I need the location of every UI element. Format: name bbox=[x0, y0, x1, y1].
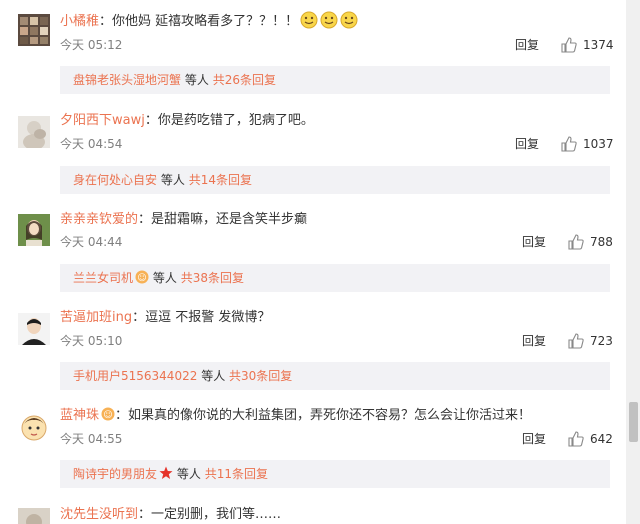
comment-text: ：你他妈 延禧攻略看多了？？！！ bbox=[99, 14, 299, 29]
sub-reply-user[interactable]: 陶诗宇的男朋友 bbox=[73, 467, 157, 481]
comment-time: 今天 05:10 bbox=[60, 334, 123, 348]
sub-replies-box[interactable]: 盘锦老张头湿地河蟹 等人 共26条回复 bbox=[60, 66, 610, 94]
avatar[interactable] bbox=[18, 313, 50, 345]
thumbs-up-icon bbox=[568, 333, 584, 349]
comment-item: 小橘稚：你他妈 延禧攻略看多了？？！！ 今天 05:12 回复 1374 盘锦老… bbox=[0, 0, 626, 96]
thumbs-up-icon bbox=[561, 136, 577, 152]
comment-text: ：是甜霜嘛，还是含笑半步癫 bbox=[138, 212, 308, 227]
sub-replies-box[interactable]: 身在何处心自安 等人 共14条回复 bbox=[60, 166, 610, 194]
reply-button[interactable]: 回复 bbox=[515, 37, 539, 53]
sub-replies-box[interactable]: 兰兰女司机 ☺ 等人 共38条回复 bbox=[60, 264, 610, 292]
like-button[interactable]: 723 bbox=[568, 333, 622, 349]
avatar[interactable] bbox=[18, 411, 50, 443]
vip-badge-icon: ☺ bbox=[101, 407, 115, 427]
sub-reply-user[interactable]: 盘锦老张头湿地河蟹 bbox=[73, 73, 181, 87]
username[interactable]: 沈先生没听到 bbox=[60, 507, 138, 522]
vip-badge-icon: ☺ bbox=[135, 270, 149, 288]
comment-text: ：如果真的像你说的大利益集团，弄死你还不容易？怎么会让你活过来！ bbox=[115, 408, 532, 423]
like-count: 1374 bbox=[583, 38, 614, 52]
comment-text: ：逗逗 不报警 发微博？ bbox=[132, 310, 271, 325]
avatar[interactable] bbox=[18, 116, 50, 148]
sub-reply-count-link[interactable]: 共26条回复 bbox=[213, 73, 276, 87]
sub-replies-box[interactable]: 陶诗宇的男朋友 等人 共11条回复 bbox=[60, 460, 610, 488]
username[interactable]: 夕阳西下wawj bbox=[60, 113, 145, 128]
sub-reply-count-link[interactable]: 共11条回复 bbox=[205, 467, 268, 481]
username[interactable]: 蓝神珠 bbox=[60, 408, 99, 423]
sub-reply-count-link[interactable]: 共30条回复 bbox=[229, 369, 292, 383]
sub-reply-people: 等人 bbox=[201, 369, 226, 383]
sub-reply-people: 等人 bbox=[152, 271, 177, 285]
avatar[interactable] bbox=[18, 214, 50, 246]
username[interactable]: 苦逼加班ing bbox=[60, 310, 132, 325]
comment-time: 今天 04:54 bbox=[60, 137, 123, 151]
sub-reply-user[interactable]: 身在何处心自安 bbox=[73, 173, 157, 187]
like-count: 1037 bbox=[583, 137, 614, 151]
scrollbar-thumb[interactable] bbox=[629, 402, 638, 442]
reply-button[interactable]: 回复 bbox=[522, 234, 546, 250]
like-button[interactable]: 1037 bbox=[561, 136, 621, 152]
sub-reply-count-link[interactable]: 共14条回复 bbox=[189, 173, 252, 187]
username[interactable]: 小橘稚 bbox=[60, 14, 99, 29]
sub-reply-user[interactable]: 手机用户5156344022 bbox=[73, 369, 197, 383]
like-button[interactable]: 1374 bbox=[561, 37, 621, 53]
thumbs-up-icon bbox=[568, 431, 584, 447]
like-count: 642 bbox=[590, 432, 613, 446]
smile-emoji-icon bbox=[300, 11, 318, 35]
username[interactable]: 亲亲亲钦爱的 bbox=[60, 212, 138, 227]
svg-text:☺: ☺ bbox=[137, 273, 146, 284]
like-button[interactable]: 788 bbox=[568, 234, 622, 250]
reply-button[interactable]: 回复 bbox=[522, 431, 546, 447]
svg-text:☺: ☺ bbox=[103, 410, 112, 421]
sub-replies-box[interactable]: 手机用户5156344022 等人 共30条回复 bbox=[60, 362, 610, 390]
smile-emoji-icon bbox=[320, 11, 338, 35]
like-button[interactable]: 642 bbox=[568, 431, 622, 447]
sub-reply-user[interactable]: 兰兰女司机 bbox=[73, 271, 133, 285]
red-star-icon bbox=[159, 466, 173, 484]
reply-button[interactable]: 回复 bbox=[522, 333, 546, 349]
comment-text: ：你是药吃错了，犯病了吧。 bbox=[144, 113, 314, 128]
like-count: 723 bbox=[590, 334, 613, 348]
sub-reply-people: 等人 bbox=[160, 173, 185, 187]
comment-text: ：一定别删，我们等…… bbox=[138, 507, 282, 522]
sub-reply-count-link[interactable]: 共38条回复 bbox=[181, 271, 244, 285]
thumbs-up-icon bbox=[568, 234, 584, 250]
thumbs-up-icon bbox=[561, 37, 577, 53]
comment-time: 今天 04:55 bbox=[60, 432, 123, 446]
reply-button[interactable]: 回复 bbox=[515, 136, 539, 152]
avatar[interactable] bbox=[18, 508, 50, 524]
comment-time: 今天 05:12 bbox=[60, 38, 123, 52]
comment-time: 今天 04:44 bbox=[60, 235, 123, 249]
like-count: 788 bbox=[590, 235, 613, 249]
scrollbar-track[interactable] bbox=[626, 0, 640, 524]
avatar[interactable] bbox=[18, 14, 50, 46]
sub-reply-people: 等人 bbox=[176, 467, 201, 481]
sub-reply-people: 等人 bbox=[184, 73, 209, 87]
smile-emoji-icon bbox=[340, 11, 358, 35]
